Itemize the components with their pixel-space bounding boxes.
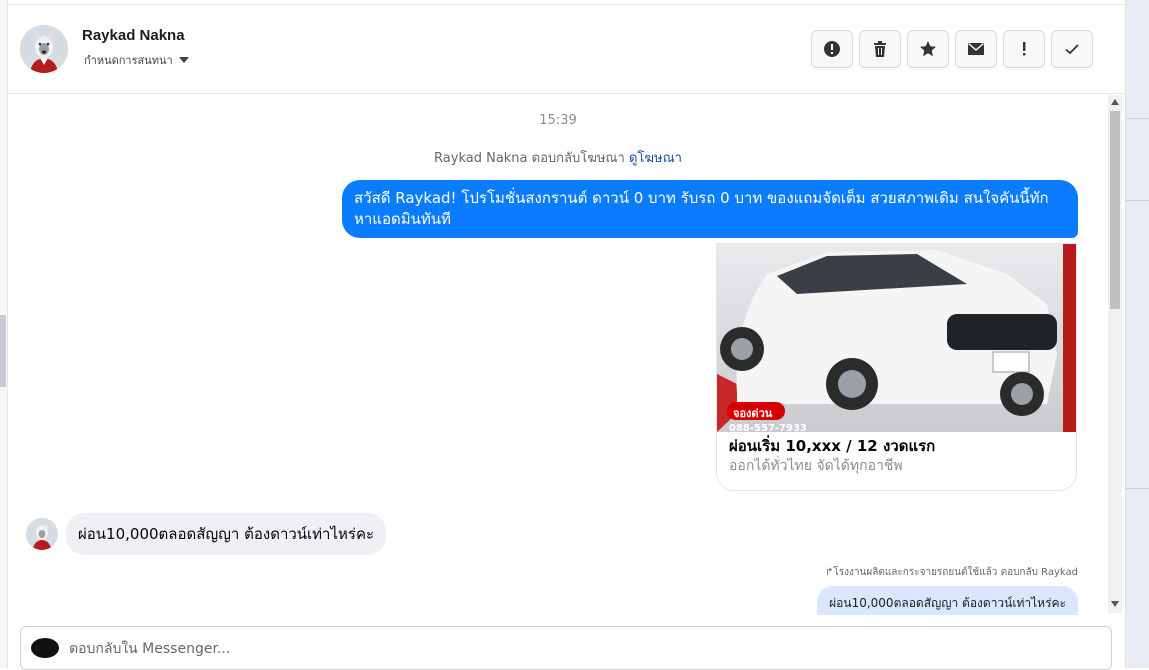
conversation-toolbar bbox=[811, 30, 1093, 68]
exclamation-icon bbox=[1023, 42, 1026, 56]
page-logo-icon bbox=[31, 638, 59, 658]
delete-button[interactable] bbox=[859, 30, 901, 68]
reply-context-note: ↱โรงงานผลิตและกระจายรถยนต์ใช้แล้ว ตอบกลั… bbox=[825, 567, 1078, 578]
message-thread[interactable]: 15:39 Raykad Nakna ตอบกลับโฆษณา ดูโฆษณา … bbox=[8, 95, 1125, 615]
done-button[interactable] bbox=[1051, 30, 1093, 68]
caret-down-icon bbox=[178, 57, 189, 63]
ad-reply-text: Raykad Nakna ตอบกลับโฆษณา bbox=[434, 151, 625, 166]
scroll-down-icon[interactable] bbox=[1111, 601, 1119, 607]
view-ad-link[interactable]: ดูโฆษณา bbox=[629, 151, 682, 166]
ad-phone: 088-557-7933 bbox=[729, 423, 807, 432]
follow-up-button[interactable] bbox=[1003, 30, 1045, 68]
message-timestamp: 15:39 bbox=[539, 113, 577, 128]
quoted-message: ผ่อน10,000ตลอดสัญญา ต้องดาวน์เท่าไหร่คะ bbox=[817, 586, 1078, 615]
check-icon bbox=[1065, 44, 1079, 55]
incoming-message: ผ่อน10,000ตลอดสัญญา ต้องดาวน์เท่าไหร่คะ bbox=[66, 513, 387, 555]
ad-card-subtitle: ออกได้ทั่วไทย จัดได้ทุกอาชีพ bbox=[729, 458, 903, 474]
ad-card[interactable]: จองด่วน 088-557-7933 ผ่อนเริ่ม 10,xxx / … bbox=[716, 243, 1077, 491]
assign-label: กำหนดการสนทนา bbox=[84, 54, 173, 67]
scrollbar-thumb[interactable] bbox=[1110, 111, 1120, 309]
envelope-icon bbox=[968, 42, 984, 55]
outgoing-message: สวัสดี Raykad! โปรโมชั่นสงกรานต์ ดาวน์ 0… bbox=[342, 180, 1078, 238]
conversation-header: Raykad Nakna กำหนดการสนทนา bbox=[8, 4, 1125, 94]
right-panel-edge bbox=[1125, 0, 1149, 668]
alert-circle-icon bbox=[824, 41, 840, 57]
ad-reply-context: Raykad Nakna ตอบกลับโฆษณา ดูโฆษณา bbox=[8, 147, 1108, 168]
mark-unread-button[interactable] bbox=[955, 30, 997, 68]
spam-button[interactable] bbox=[811, 30, 853, 68]
contact-avatar[interactable] bbox=[20, 25, 68, 73]
sender-avatar bbox=[26, 518, 58, 550]
scroll-up-icon[interactable] bbox=[1111, 99, 1119, 105]
star-icon bbox=[920, 41, 936, 57]
trash-icon bbox=[874, 41, 886, 57]
ad-badge: จองด่วน bbox=[733, 407, 773, 420]
left-panel-edge bbox=[0, 0, 8, 668]
assign-conversation-dropdown[interactable]: กำหนดการสนทนา bbox=[84, 51, 189, 69]
contact-name[interactable]: Raykad Nakna bbox=[82, 27, 185, 44]
thread-scrollbar[interactable] bbox=[1108, 95, 1122, 613]
star-button[interactable] bbox=[907, 30, 949, 68]
message-composer bbox=[20, 626, 1112, 670]
reply-input[interactable] bbox=[69, 637, 1069, 661]
